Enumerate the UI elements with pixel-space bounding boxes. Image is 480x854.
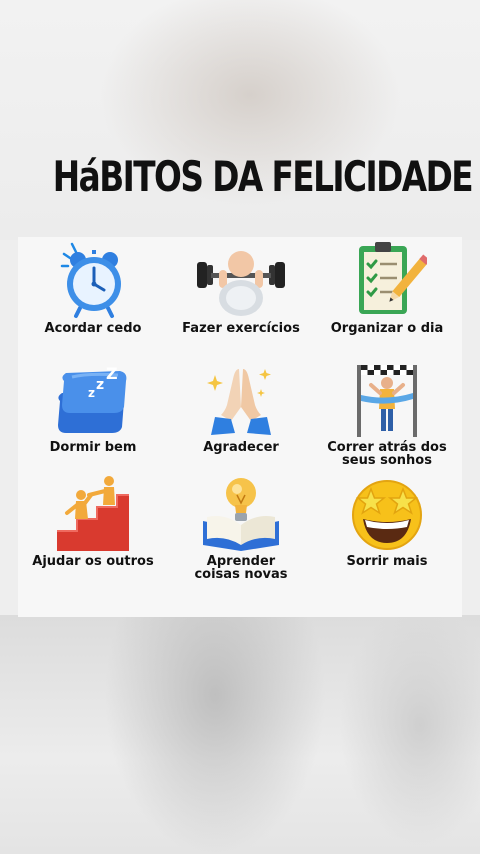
habit-correr-atras-dos-sonhos: Correr atrás dos seus sonhos xyxy=(312,361,462,467)
svg-text:Z: Z xyxy=(106,364,118,383)
habit-label: Sorrir mais xyxy=(346,554,428,569)
habit-organizar-o-dia: Organizar o dia xyxy=(312,240,462,335)
habit-label: Agradecer xyxy=(203,440,279,455)
lightbulb-book-icon xyxy=(203,478,279,551)
title-part-2: BITOS DA FELICIDADE xyxy=(99,152,473,201)
dumbbell-lifting-icon xyxy=(197,251,285,316)
habits-panel: Acordar cedo Fazer exercícios Organizar … xyxy=(18,237,462,617)
checklist-clipboard-icon xyxy=(359,242,427,314)
habit-acordar-cedo: Acordar cedo xyxy=(18,240,168,335)
habit-label: Dormir bem xyxy=(49,440,137,455)
habit-label: Correr atrás dos seus sonhos xyxy=(327,440,447,468)
habit-fazer-exercicios: Fazer exercícios xyxy=(166,240,316,335)
habit-label: Aprender coisas novas xyxy=(194,554,288,582)
blurred-background-bottom xyxy=(0,615,480,854)
svg-text:z: z xyxy=(96,377,104,393)
sleeping-pillow-icon: z z Z xyxy=(58,364,127,433)
finish-line-runner-icon xyxy=(357,365,417,437)
habit-label: Acordar cedo xyxy=(44,321,142,336)
habit-ajudar-os-outros: Ajudar os outros xyxy=(18,473,168,568)
habit-label: Ajudar os outros xyxy=(32,554,154,569)
svg-text:z: z xyxy=(88,386,95,400)
star-struck-smiley-icon xyxy=(352,480,422,550)
habit-dormir-bem: z z Z Dormir bem xyxy=(18,361,168,454)
praying-hands-icon xyxy=(207,369,271,435)
habit-label: Fazer exercícios xyxy=(182,321,300,336)
page-title: HáBITOS DA FELICIDADE xyxy=(52,148,474,206)
habit-label: Organizar o dia xyxy=(330,321,444,336)
alarm-clock-icon xyxy=(60,242,121,318)
habit-agradecer: Agradecer xyxy=(166,361,316,454)
title-part-1: Há xyxy=(52,152,101,201)
helping-hand-stairs-icon xyxy=(57,476,129,551)
habit-aprender-coisas-novas: Aprender coisas novas xyxy=(166,473,316,581)
habit-sorrir-mais: Sorrir mais xyxy=(312,473,462,568)
